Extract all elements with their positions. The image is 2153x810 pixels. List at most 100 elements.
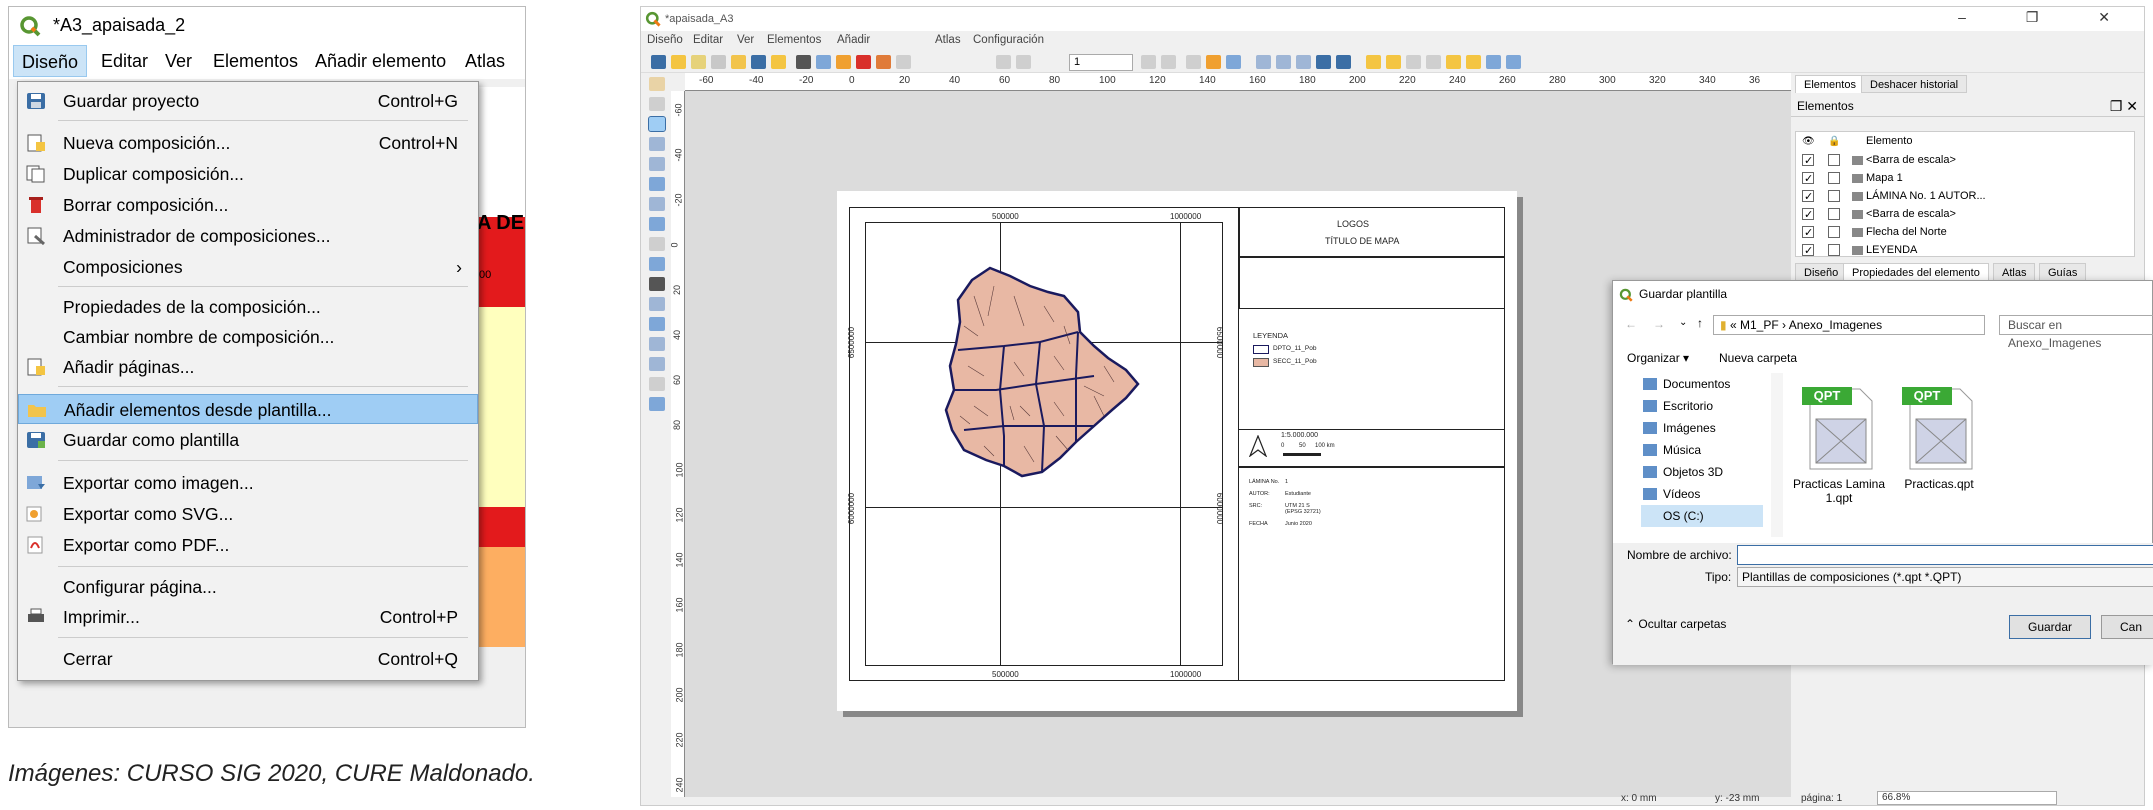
pan-icon[interactable] xyxy=(649,77,665,91)
item-row[interactable]: <Barra de escala> xyxy=(1796,205,2136,225)
menu-item-guardar-proyecto[interactable]: Guardar proyecto Control+G xyxy=(18,86,478,116)
lock-icon[interactable] xyxy=(1406,55,1421,69)
menu-item-administrador-composiciones[interactable]: Administrador de composiciones... xyxy=(18,221,478,251)
menu-elementos[interactable]: Elementos xyxy=(205,45,306,77)
search-input[interactable]: Buscar en Anexo_Imagenes xyxy=(1999,315,2153,350)
distribute-icon[interactable] xyxy=(1506,55,1521,69)
nav-item[interactable]: OS (C:) xyxy=(1641,505,1763,527)
info-box[interactable]: LÁMINA No. 1 AUTOR: Estudiante SRC: UTM … xyxy=(1239,467,1505,681)
save-icon[interactable] xyxy=(651,55,666,69)
item-row[interactable]: LÁMINA No. 1 AUTOR... xyxy=(1796,187,2136,207)
align-icon[interactable] xyxy=(1486,55,1501,69)
zoom-out-icon[interactable] xyxy=(1276,55,1291,69)
add-north-arrow-icon[interactable] xyxy=(649,297,665,311)
nav-item[interactable]: Objetos 3D xyxy=(1663,461,1723,483)
refresh-icon[interactable] xyxy=(1336,55,1351,69)
menu-ver[interactable]: Ver xyxy=(737,31,754,49)
menu-configuracion[interactable]: Configuración xyxy=(973,31,1044,49)
lock-checkbox[interactable] xyxy=(1828,190,1840,202)
add-html-icon[interactable] xyxy=(649,377,665,391)
duplicate-icon[interactable] xyxy=(691,55,706,69)
raise-icon[interactable] xyxy=(1446,55,1461,69)
save-button[interactable]: Guardar xyxy=(2009,615,2091,639)
zoom-select[interactable]: 66.8% xyxy=(1877,791,2057,805)
export-svg-icon[interactable] xyxy=(836,55,851,69)
cancel-button[interactable]: Can xyxy=(2101,615,2153,639)
menu-item-borrar-composicion[interactable]: Borrar composición... xyxy=(18,190,478,220)
zoom-actual-icon[interactable] xyxy=(1296,55,1311,69)
add-map-icon[interactable] xyxy=(649,177,665,191)
type-select[interactable]: Plantillas de composiciones (*.qpt *.QPT… xyxy=(1737,567,2153,587)
back-icon[interactable]: ← xyxy=(1625,317,1637,331)
print-icon[interactable] xyxy=(796,55,811,69)
nav-item[interactable]: Vídeos xyxy=(1663,483,1700,505)
menu-atlas[interactable]: Atlas xyxy=(935,31,961,49)
menu-item-nueva-composicion[interactable]: Nueva composición... Control+N xyxy=(18,128,478,158)
menu-elementos[interactable]: Elementos xyxy=(767,31,821,49)
visibility-checkbox[interactable] xyxy=(1802,170,1814,189)
ungroup-icon[interactable] xyxy=(1386,55,1401,69)
nav-item[interactable]: Música xyxy=(1663,439,1701,461)
menu-editar[interactable]: Editar xyxy=(93,45,156,77)
atlas-first-icon[interactable] xyxy=(996,55,1011,69)
tab-atlas[interactable]: Atlas xyxy=(1993,263,2036,281)
map-item[interactable]: 500000 1000000 500000 1000000 6500000 60… xyxy=(847,207,1239,681)
add-legend-icon[interactable] xyxy=(649,257,665,271)
menu-item-exportar-imagen[interactable]: Exportar como imagen... xyxy=(18,468,478,498)
tab-deshacer-historial[interactable]: Deshacer historial xyxy=(1861,75,1968,93)
visibility-checkbox[interactable] xyxy=(1802,206,1814,225)
tab-guias[interactable]: Guías xyxy=(2039,263,2087,281)
menu-item-exportar-svg[interactable]: Exportar como SVG... xyxy=(18,499,478,529)
address-bar[interactable]: ▮ « M1_PF › Anexo_Imagenes xyxy=(1713,315,1985,335)
menu-item-composiciones[interactable]: Composiciones › xyxy=(18,252,478,282)
atlas-page-select[interactable]: 1 xyxy=(1069,54,1133,71)
hide-folders-toggle[interactable]: ⌃ Ocultar carpetas xyxy=(1625,617,1726,631)
tab-propiedades-elemento[interactable]: Propiedades del elemento xyxy=(1843,263,1989,281)
save-template-icon[interactable] xyxy=(751,55,766,69)
add-table-icon[interactable] xyxy=(649,397,665,411)
scale-box[interactable] xyxy=(1239,429,1505,467)
file-item[interactable]: QPT Practicas Lamina 1.qpt xyxy=(1789,385,1889,505)
forward-icon[interactable]: → xyxy=(1653,317,1665,331)
visibility-checkbox[interactable] xyxy=(1802,224,1814,243)
menu-diseno[interactable]: Diseño xyxy=(647,31,683,49)
menu-item-propiedades-composicion[interactable]: Propiedades de la composición... xyxy=(18,292,478,322)
tab-elementos[interactable]: Elementos xyxy=(1795,75,1865,93)
menu-item-guardar-como-plantilla[interactable]: Guardar como plantilla xyxy=(18,425,478,455)
nav-item[interactable]: Documentos xyxy=(1663,373,1730,395)
add-scalebar-icon[interactable] xyxy=(649,277,665,291)
unlock-icon[interactable] xyxy=(1426,55,1441,69)
nav-scrollbar[interactable] xyxy=(1771,373,1783,537)
tab-diseno[interactable]: Diseño xyxy=(1795,263,1848,281)
menu-item-duplicar-composicion[interactable]: Duplicar composición... xyxy=(18,159,478,189)
item-row[interactable]: LEYENDA xyxy=(1796,241,2136,261)
export-pdf-icon[interactable] xyxy=(856,55,871,69)
add-3dmap-icon[interactable] xyxy=(649,197,665,211)
zoom-full-icon[interactable] xyxy=(1316,55,1331,69)
add-picture-icon[interactable] xyxy=(649,217,665,231)
select-tool-icon[interactable] xyxy=(648,116,666,132)
lock-checkbox[interactable] xyxy=(1828,244,1840,256)
lower-icon[interactable] xyxy=(1466,55,1481,69)
atlas-last-icon[interactable] xyxy=(1161,55,1176,69)
atlas-prev-icon[interactable] xyxy=(1016,55,1031,69)
atlas-settings-icon[interactable] xyxy=(1226,55,1241,69)
breadcrumb-item[interactable]: M1_PF xyxy=(1740,318,1779,332)
logos-box[interactable] xyxy=(1239,207,1505,257)
layout-page[interactable]: 500000 1000000 500000 1000000 6500000 60… xyxy=(837,191,1517,711)
menu-editar[interactable]: Editar xyxy=(693,31,723,49)
add-shape-icon[interactable] xyxy=(649,317,665,331)
lock-checkbox[interactable] xyxy=(1828,226,1840,238)
legend-item[interactable]: LEYENDA DPTO_11_Pob SECC_11_Pob xyxy=(1239,257,1505,429)
group-icon[interactable] xyxy=(1366,55,1381,69)
atlas-next-icon[interactable] xyxy=(1141,55,1156,69)
item-row[interactable]: <Barra de escala> xyxy=(1796,151,2136,171)
open-folder-icon[interactable] xyxy=(731,55,746,69)
item-row[interactable]: Mapa 1 xyxy=(1796,169,2136,189)
nav-item[interactable]: Escritorio xyxy=(1663,395,1713,417)
menu-diseno[interactable]: Diseño xyxy=(13,45,88,77)
lock-checkbox[interactable] xyxy=(1828,208,1840,220)
zoom-in-icon[interactable] xyxy=(1256,55,1271,69)
add-page-icon[interactable] xyxy=(771,55,786,69)
menu-ver[interactable]: Ver xyxy=(157,45,200,77)
